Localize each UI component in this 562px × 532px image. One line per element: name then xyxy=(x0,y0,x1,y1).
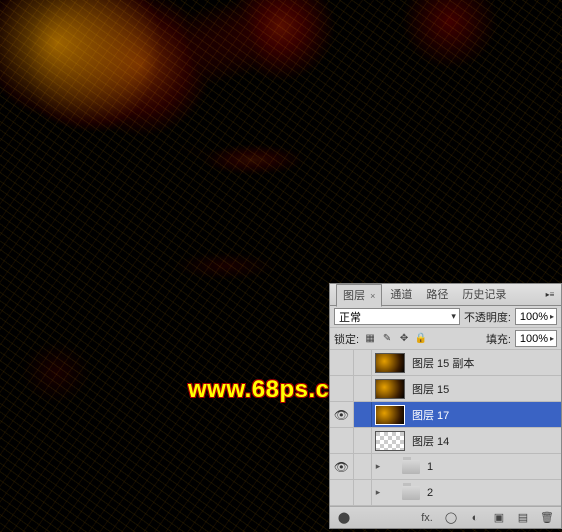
link-cell[interactable] xyxy=(354,350,372,375)
expand-icon[interactable]: ▸ xyxy=(372,461,384,472)
blend-mode-value: 正常 xyxy=(339,309,361,325)
tab-channels[interactable]: 通道 xyxy=(384,284,418,305)
lock-brush-icon[interactable]: ✎ xyxy=(380,332,394,346)
panel-footer: ⬤ fx. ◯ ◐ ▣ ▤ 🗑 xyxy=(330,506,561,528)
link-cell[interactable] xyxy=(354,428,372,453)
visibility-toggle[interactable] xyxy=(330,376,354,401)
layer-name[interactable]: 图层 15 副本 xyxy=(408,355,561,371)
lock-transparent-icon[interactable]: ▦ xyxy=(363,332,377,346)
chevron-right-icon: ▸ xyxy=(550,334,554,343)
layer-name[interactable]: 图层 15 xyxy=(408,381,561,397)
layer-thumbnail[interactable] xyxy=(375,379,405,399)
fill-input[interactable]: 100% ▸ xyxy=(515,330,557,347)
visibility-toggle[interactable] xyxy=(330,428,354,453)
link-cell[interactable] xyxy=(354,402,372,427)
fill-value: 100% xyxy=(520,333,548,345)
layer-row[interactable]: 图层 15 副本 xyxy=(330,350,561,376)
layer-thumbnail[interactable] xyxy=(375,405,405,425)
layer-row[interactable]: 👁 ▸ 1 xyxy=(330,454,561,480)
layer-row[interactable]: 👁 图层 17 xyxy=(330,402,561,428)
folder-icon[interactable] xyxy=(402,486,420,500)
lock-icons-group: ▦ ✎ ✥ 🔒 xyxy=(363,332,428,346)
link-cell[interactable] xyxy=(354,454,372,479)
tab-paths[interactable]: 路径 xyxy=(420,284,454,305)
blend-row: 正常 不透明度: 100% ▸ xyxy=(330,306,561,328)
tab-layers[interactable]: 图层 × xyxy=(336,284,382,307)
fill-label: 填充: xyxy=(486,331,511,347)
link-cell[interactable] xyxy=(354,480,372,505)
new-layer-icon[interactable]: ▤ xyxy=(515,510,531,526)
new-group-icon[interactable]: ▣ xyxy=(491,510,507,526)
folder-icon[interactable] xyxy=(402,460,420,474)
layer-fx-icon[interactable]: fx. xyxy=(419,510,435,526)
panel-tabs: 图层 × 通道 路径 历史记录 ▸≡ xyxy=(330,284,561,306)
lock-move-icon[interactable]: ✥ xyxy=(397,332,411,346)
lock-label: 锁定: xyxy=(334,331,359,347)
layer-row[interactable]: ▸ 2 xyxy=(330,480,561,506)
layer-row[interactable]: 图层 15 xyxy=(330,376,561,402)
opacity-value: 100% xyxy=(520,311,548,323)
lock-all-icon[interactable]: 🔒 xyxy=(414,332,428,346)
blend-mode-select[interactable]: 正常 xyxy=(334,308,460,325)
visibility-toggle[interactable]: 👁 xyxy=(330,402,354,427)
layer-row[interactable]: 图层 14 xyxy=(330,428,561,454)
link-cell[interactable] xyxy=(354,376,372,401)
tab-layers-label: 图层 xyxy=(343,290,365,302)
layer-list: 图层 15 副本 图层 15 👁 图层 17 图层 14 👁 ▸ 1 xyxy=(330,350,561,506)
layer-name[interactable]: 1 xyxy=(423,461,561,473)
expand-icon[interactable]: ▸ xyxy=(372,487,384,498)
add-mask-icon[interactable]: ◯ xyxy=(443,510,459,526)
layer-thumbnail[interactable] xyxy=(375,431,405,451)
delete-layer-icon[interactable]: 🗑 xyxy=(539,510,555,526)
visibility-toggle[interactable] xyxy=(330,480,354,505)
adjustment-layer-icon[interactable]: ◐ xyxy=(467,510,483,526)
layer-name[interactable]: 图层 14 xyxy=(408,433,561,449)
layers-panel: 图层 × 通道 路径 历史记录 ▸≡ 正常 不透明度: 100% ▸ 锁定: ▦… xyxy=(329,283,562,529)
layer-name[interactable]: 图层 17 xyxy=(408,407,561,423)
opacity-input[interactable]: 100% ▸ xyxy=(515,308,557,325)
opacity-label: 不透明度: xyxy=(464,309,511,325)
lock-row: 锁定: ▦ ✎ ✥ 🔒 填充: 100% ▸ xyxy=(330,328,561,350)
visibility-toggle[interactable] xyxy=(330,350,354,375)
tab-history[interactable]: 历史记录 xyxy=(456,284,512,305)
chevron-right-icon: ▸ xyxy=(550,312,554,321)
close-icon[interactable]: × xyxy=(370,291,375,301)
visibility-toggle[interactable]: 👁 xyxy=(330,454,354,479)
layer-thumbnail[interactable] xyxy=(375,353,405,373)
link-layers-icon[interactable]: ⬤ xyxy=(336,510,352,526)
panel-menu-icon[interactable]: ▸≡ xyxy=(543,289,557,301)
layer-name[interactable]: 2 xyxy=(423,487,561,499)
